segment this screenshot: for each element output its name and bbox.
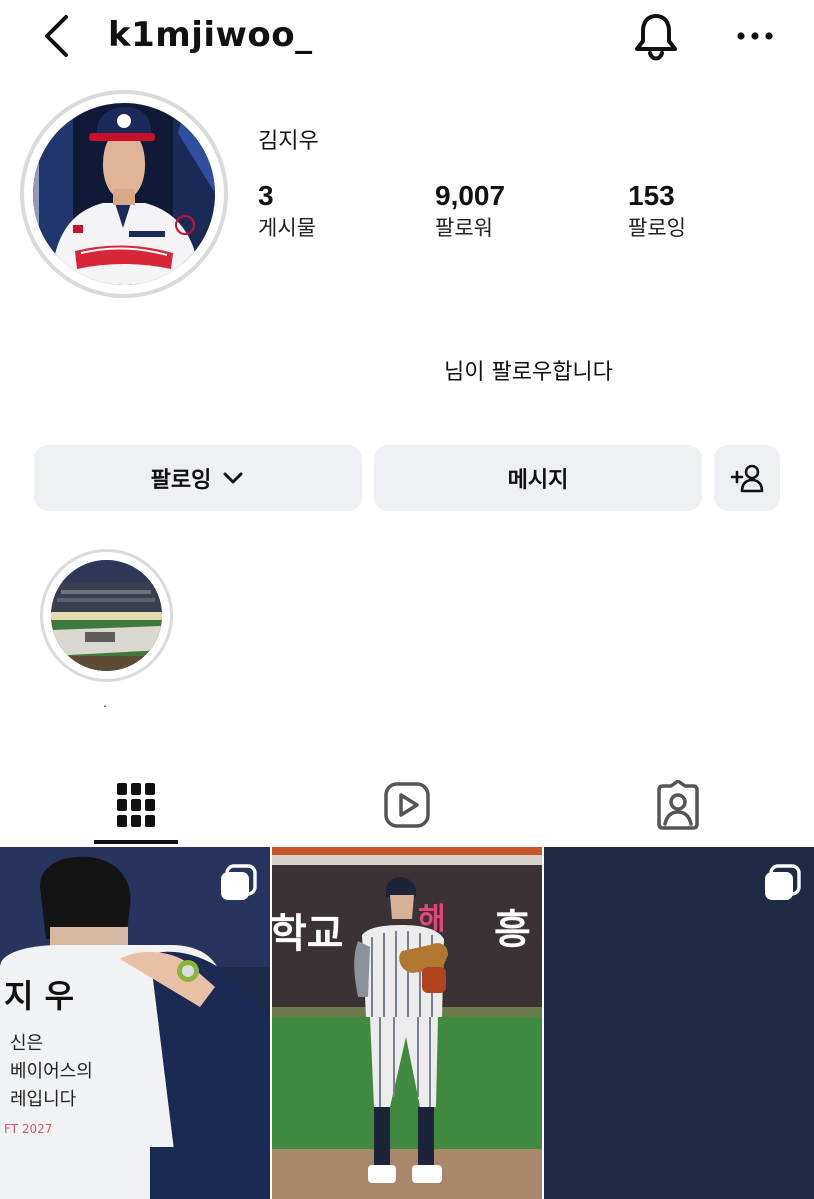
grid-icon bbox=[117, 783, 155, 827]
top-bar: k1mjiwoo_ bbox=[0, 0, 814, 80]
stadium-image bbox=[51, 560, 162, 671]
post-thumbnail-3[interactable] bbox=[544, 847, 814, 1199]
profile-full-name: 김지우 bbox=[258, 129, 319, 154]
notifications-button[interactable] bbox=[630, 10, 682, 62]
profile-photo bbox=[33, 103, 215, 285]
stat-posts-count: 3 bbox=[258, 180, 274, 211]
stat-followers[interactable]: 9,007 팔로워 bbox=[435, 178, 505, 242]
carousel-icon bbox=[221, 864, 257, 900]
post-1-text-4: 레입니다 bbox=[10, 1089, 77, 1110]
tab-reels[interactable] bbox=[362, 770, 452, 840]
avatar[interactable] bbox=[33, 103, 215, 285]
post-2-text-3: 흥 bbox=[494, 907, 531, 953]
profile-username: k1mjiwoo_ bbox=[108, 15, 313, 55]
highlight-label: . bbox=[103, 696, 107, 710]
chevron-down-icon bbox=[223, 472, 243, 484]
stat-following-count: 153 bbox=[628, 180, 675, 211]
following-button-label: 팔로잉 bbox=[150, 468, 212, 493]
following-button[interactable]: 팔로잉 bbox=[34, 445, 362, 511]
tab-posts-grid[interactable] bbox=[91, 770, 181, 840]
stat-following[interactable]: 153 팔로잉 bbox=[628, 178, 686, 242]
stat-posts[interactable]: 3 게시물 bbox=[258, 178, 316, 242]
back-button[interactable] bbox=[38, 12, 78, 60]
tab-tagged[interactable] bbox=[633, 770, 723, 840]
stat-posts-label: 게시물 bbox=[258, 216, 316, 240]
add-user-icon bbox=[730, 464, 764, 493]
post-1-text-2: 신은 bbox=[10, 1033, 43, 1054]
post-1-text-1: 지 우 bbox=[4, 977, 74, 1015]
stat-followers-label: 팔로워 bbox=[435, 216, 493, 240]
stat-following-label: 팔로잉 bbox=[628, 216, 686, 240]
post-2-text-1: 학교 bbox=[272, 911, 344, 957]
post-1-text-3: 베이어스의 bbox=[10, 1061, 93, 1082]
stat-followers-count: 9,007 bbox=[435, 180, 506, 211]
chevron-left-icon bbox=[45, 15, 68, 57]
bell-icon bbox=[635, 14, 677, 61]
more-horizontal-icon bbox=[737, 32, 773, 40]
reels-icon bbox=[384, 782, 430, 828]
carousel-icon bbox=[765, 864, 801, 900]
post-thumbnail-2[interactable]: 학교 해 흥 bbox=[272, 847, 542, 1199]
more-options-button[interactable] bbox=[734, 18, 776, 54]
post-thumbnail-1[interactable]: 지 우 신은 베이어스의 레입니다 FT 2027 bbox=[0, 847, 270, 1199]
suggest-users-button[interactable] bbox=[714, 445, 780, 511]
highlight-item[interactable] bbox=[51, 560, 162, 671]
message-button[interactable]: 메시지 bbox=[374, 445, 702, 511]
post-1-text-5: FT 2027 bbox=[4, 1122, 52, 1136]
active-tab-indicator bbox=[94, 840, 178, 844]
message-button-label: 메시지 bbox=[507, 468, 569, 493]
tagged-icon bbox=[657, 780, 699, 830]
post-image-2: 학교 해 흥 bbox=[272, 847, 542, 1199]
mutual-followers-text[interactable]: 님이 팔로우합니다 bbox=[444, 358, 613, 388]
